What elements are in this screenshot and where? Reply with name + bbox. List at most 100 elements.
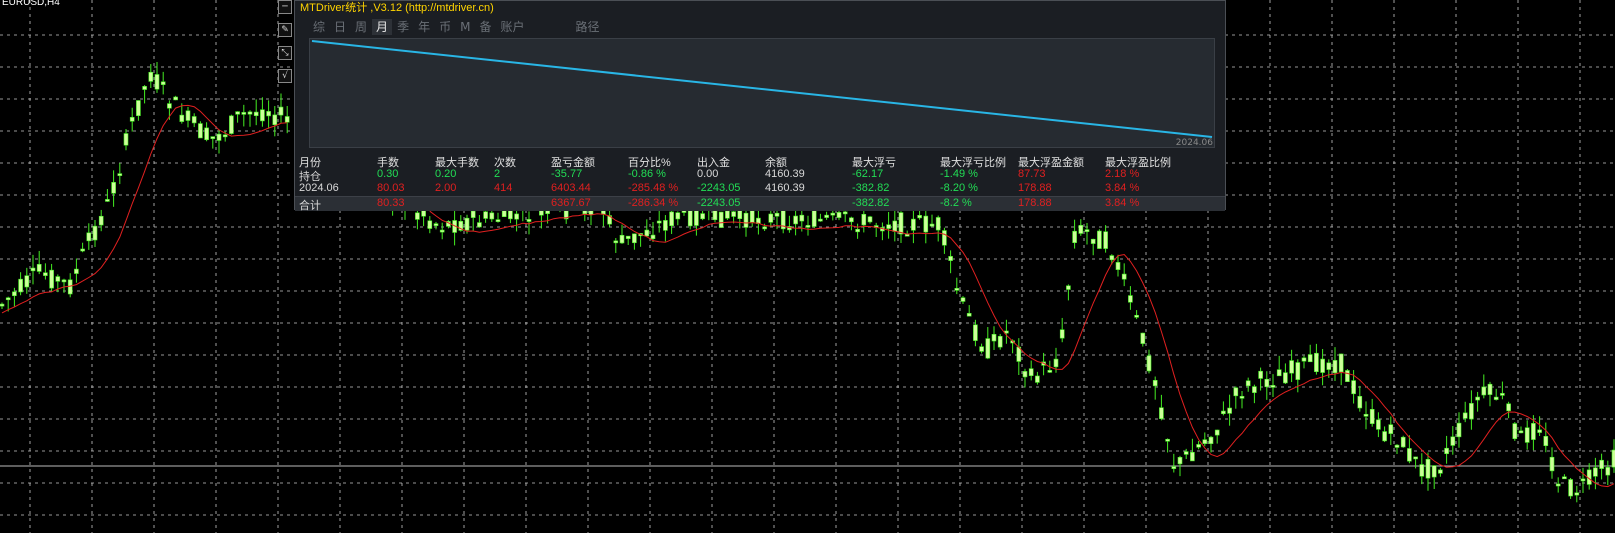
table-cell: 87.73 bbox=[1018, 168, 1046, 180]
candle-body bbox=[229, 115, 234, 134]
candle-body bbox=[799, 214, 805, 222]
candle-body bbox=[253, 111, 259, 116]
candle-body bbox=[1276, 369, 1282, 377]
candle-body bbox=[24, 275, 30, 288]
candle-body bbox=[470, 210, 476, 218]
candle-body bbox=[136, 100, 141, 116]
candle-body bbox=[427, 220, 433, 229]
candle-body bbox=[1531, 423, 1536, 440]
candle-body bbox=[830, 212, 836, 216]
table-row: 持仓 0.30 0.20 2 -35.77 -0.86 % 0.00 4160.39 -62.1… bbox=[295, 168, 1225, 183]
tab-quarter[interactable]: 季 bbox=[393, 19, 413, 35]
candle-body bbox=[1431, 465, 1437, 478]
candle-body bbox=[36, 264, 42, 272]
tab-overview[interactable]: 综 bbox=[309, 19, 329, 35]
table-cell: -382.82 bbox=[852, 182, 890, 194]
table-cell: -0.86 % bbox=[628, 168, 666, 180]
candle-body bbox=[1190, 451, 1195, 462]
candle-body bbox=[216, 133, 222, 141]
candle-body bbox=[80, 248, 85, 252]
table-cell: 2024.06 bbox=[299, 182, 339, 194]
candle-body bbox=[1245, 380, 1251, 387]
candle-body bbox=[669, 211, 674, 227]
candle-body bbox=[1469, 403, 1474, 420]
table-cell: 178.88 bbox=[1018, 182, 1052, 194]
candle-body bbox=[1363, 413, 1369, 417]
candle-body bbox=[92, 225, 98, 241]
candle-body bbox=[1227, 407, 1232, 414]
candle-body bbox=[1239, 396, 1245, 399]
tab-currency[interactable]: 币 bbox=[435, 19, 455, 35]
candle-body bbox=[1438, 469, 1443, 474]
candle-body bbox=[272, 114, 278, 125]
resize-icon[interactable]: ⤡ bbox=[278, 46, 292, 60]
candle-body bbox=[805, 225, 811, 228]
candle-body bbox=[1357, 396, 1363, 409]
candle-body bbox=[1233, 387, 1239, 397]
candle-body bbox=[1121, 273, 1127, 280]
candle-body bbox=[836, 212, 842, 218]
tab-account[interactable]: 账户 bbox=[496, 19, 528, 35]
table-cell: -1.49 % bbox=[940, 168, 978, 180]
candle-body bbox=[5, 297, 11, 301]
candle-body bbox=[911, 218, 916, 231]
candle-body bbox=[1388, 424, 1394, 434]
tab-day[interactable]: 日 bbox=[330, 19, 350, 35]
candle-body bbox=[86, 232, 92, 242]
tab-m[interactable]: M bbox=[456, 19, 474, 35]
tab-month[interactable]: 月 bbox=[372, 19, 393, 35]
candle-body bbox=[1295, 362, 1301, 380]
candle-body bbox=[1084, 229, 1090, 232]
stats-table: 月份 手数 最大手数 次数 盈亏金额 百分比% 出入金 余额 最大浮亏 最大浮亏… bbox=[295, 154, 1225, 212]
table-cell: 3.84 % bbox=[1105, 197, 1140, 209]
check-icon[interactable]: √ bbox=[278, 69, 292, 83]
candle-body bbox=[495, 219, 501, 222]
table-cell: 6403.44 bbox=[551, 182, 591, 194]
candle-body bbox=[700, 213, 705, 220]
candle-body bbox=[1481, 386, 1487, 396]
candle-body bbox=[663, 220, 668, 231]
tab-week[interactable]: 周 bbox=[351, 19, 371, 35]
candle-body bbox=[1283, 372, 1288, 384]
table-cell: 2.18 % bbox=[1105, 168, 1140, 180]
table-cell: 4160.39 bbox=[765, 168, 805, 180]
candle-body bbox=[923, 215, 929, 233]
candle-body bbox=[1264, 378, 1270, 388]
candle-body bbox=[1369, 409, 1375, 424]
candle-body bbox=[1183, 451, 1189, 455]
candle-body bbox=[433, 223, 439, 226]
side-toolbar: ─ ✎ ⤡ √ bbox=[278, 0, 292, 92]
tab-year[interactable]: 年 bbox=[414, 19, 434, 35]
candle-body bbox=[1090, 238, 1096, 244]
candle-body bbox=[1493, 396, 1499, 400]
candle-body bbox=[619, 234, 625, 244]
candle-body bbox=[1258, 370, 1263, 379]
candle-body bbox=[49, 269, 54, 289]
candle-body bbox=[997, 335, 1003, 348]
candle-body bbox=[1128, 295, 1133, 303]
square-icon[interactable]: ─ bbox=[278, 0, 292, 14]
edit-icon[interactable]: ✎ bbox=[278, 23, 292, 37]
candle-body bbox=[1140, 332, 1146, 344]
candle-body bbox=[1593, 467, 1598, 477]
equity-end-date: 2024.06 bbox=[1175, 138, 1213, 148]
candle-body bbox=[1376, 419, 1381, 430]
candle-body bbox=[1059, 329, 1065, 339]
candle-body bbox=[1196, 444, 1201, 448]
tab-path[interactable]: 路径 bbox=[572, 19, 604, 35]
candle-body bbox=[1574, 492, 1580, 496]
candle-body bbox=[1407, 448, 1412, 462]
table-cell: 2 bbox=[494, 168, 501, 180]
candle-body bbox=[1512, 423, 1518, 439]
candle-body bbox=[1078, 225, 1084, 234]
candle-body bbox=[1568, 479, 1573, 497]
candle-body bbox=[1549, 456, 1555, 472]
table-cell: -62.17 bbox=[852, 168, 884, 180]
candle-body bbox=[1599, 459, 1604, 469]
candle-body bbox=[613, 240, 619, 244]
candle-body bbox=[793, 215, 798, 225]
candle-body bbox=[191, 116, 197, 124]
tab-notes[interactable]: 备 bbox=[475, 19, 495, 35]
candle-body bbox=[632, 233, 637, 244]
candle-body bbox=[1221, 410, 1226, 415]
